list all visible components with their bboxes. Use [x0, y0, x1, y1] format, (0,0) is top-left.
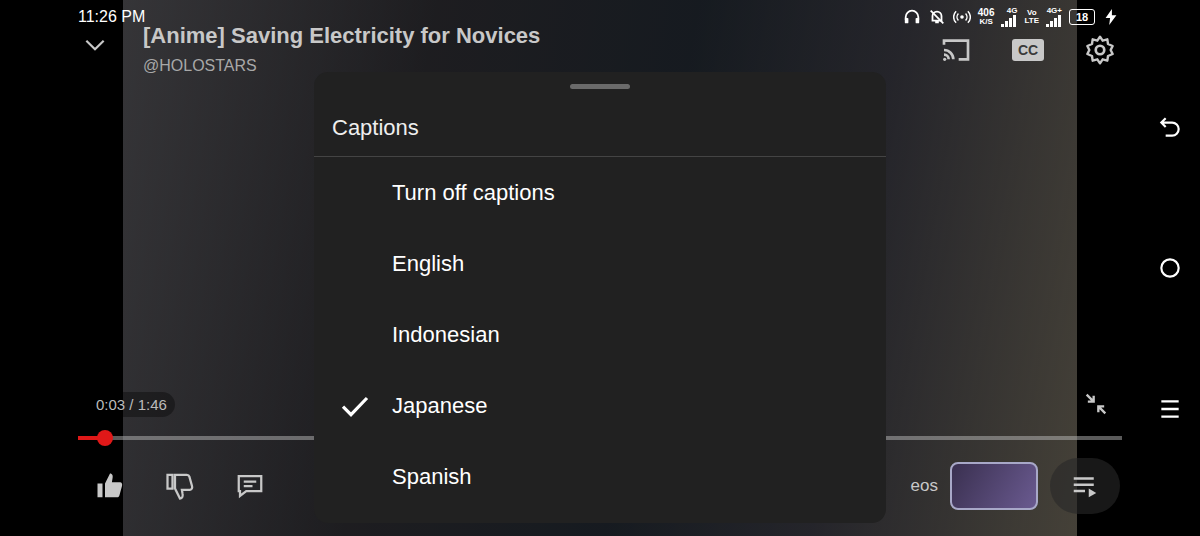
sheet-handle[interactable] [314, 72, 886, 100]
battery-icon: 18 [1069, 9, 1095, 25]
playlist-icon [1070, 471, 1100, 501]
bell-off-icon [928, 8, 946, 26]
status-time: 11:26 PM [78, 8, 145, 26]
left-actions [95, 471, 265, 501]
battery-level: 18 [1076, 12, 1088, 23]
caption-option-label: Indonesian [392, 322, 500, 348]
navigation-bar [1140, 0, 1200, 536]
sheet-title: Captions [314, 100, 886, 156]
network-1-label: 4G [1007, 7, 1018, 15]
comment-icon[interactable] [235, 471, 265, 501]
right-actions: eos [911, 458, 1120, 514]
caption-option-label: Turn off captions [392, 180, 555, 206]
back-icon[interactable] [1157, 115, 1183, 141]
menu-icon[interactable] [1157, 396, 1183, 422]
caption-option[interactable]: Turn off captions [314, 157, 886, 228]
more-videos-label[interactable]: eos [911, 476, 938, 496]
caption-option[interactable]: English [314, 228, 886, 299]
playback-time: 0:03 / 1:46 [88, 392, 175, 417]
cast-icon[interactable] [940, 34, 972, 66]
signal-bars-icon [1046, 15, 1062, 27]
volte-label: Vo [1027, 9, 1037, 17]
captions-sheet: Captions Turn off captions English Indonesi… [314, 72, 886, 523]
playlist-button[interactable] [1050, 458, 1120, 514]
cc-button[interactable]: CC [1012, 39, 1044, 61]
player-header: [Anime] Saving Electricity for Novices@H… [0, 22, 1140, 75]
net-speed-value: 406 [978, 8, 995, 18]
network-2-label: 4G+ [1047, 7, 1062, 15]
signal-2: 4G+ [1046, 7, 1062, 27]
next-video-thumbnail[interactable] [950, 462, 1038, 510]
progress-knob[interactable] [97, 430, 113, 446]
caption-option-label: Japanese [392, 393, 487, 419]
volte: VoLTE [1024, 9, 1039, 25]
net-speed: 406K/S [978, 8, 995, 26]
charging-bolt-icon [1102, 8, 1120, 26]
minimize-icon[interactable] [1082, 390, 1110, 418]
signal-bars-icon [1001, 15, 1017, 27]
caption-option-label: Spanish [392, 464, 472, 490]
caption-option[interactable]: Japanese [314, 370, 886, 441]
net-speed-unit: K/S [979, 18, 992, 26]
progress-fill [78, 436, 105, 440]
status-icons: 406K/S 4G VoLTE 4G+ 18 [903, 7, 1120, 27]
home-icon[interactable] [1157, 255, 1183, 281]
caption-option[interactable]: Indonesian [314, 299, 886, 370]
video-info: [Anime] Saving Electricity for Novices@H… [143, 22, 540, 75]
video-title: [Anime] Saving Electricity for Novices [143, 22, 540, 51]
gear-icon[interactable] [1084, 34, 1116, 66]
chevron-down-icon[interactable] [82, 32, 108, 58]
caption-option-label: English [392, 251, 464, 277]
caption-option[interactable]: Spanish [314, 441, 886, 512]
volte-label: LTE [1024, 17, 1039, 25]
header-actions: CC [940, 34, 1120, 66]
hotspot-icon [953, 8, 971, 26]
dislike-icon[interactable] [165, 471, 195, 501]
caption-options: Turn off captions English Indonesian Japane… [314, 157, 886, 512]
check-icon [339, 390, 371, 422]
player-area: 11:26 PM 406K/S 4G VoLTE 4G+ 18 [Anime] Saving… [0, 0, 1140, 536]
headphones-icon [903, 8, 921, 26]
like-icon[interactable] [95, 471, 125, 501]
signal-1: 4G [1001, 7, 1017, 27]
phone-screen: 11:26 PM 406K/S 4G VoLTE 4G+ 18 [Anime] Saving… [0, 0, 1200, 536]
